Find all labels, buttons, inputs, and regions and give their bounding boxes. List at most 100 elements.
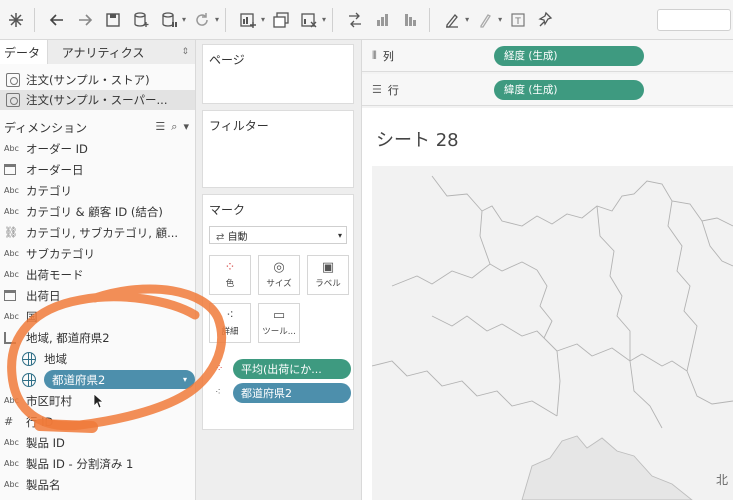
mark-pill-prefecture[interactable]: 都道府県2: [233, 383, 351, 403]
field-item[interactable]: Abc 出荷モード: [0, 264, 195, 285]
globe-icon: [22, 372, 36, 387]
marks-card: マーク ⇄ 自動 ▾ ⁘ 色 ◎ サイズ ▣ ラベル ⁖ 詳細 ▭ ツール...…: [202, 194, 354, 430]
detail-icon: ⁖: [215, 387, 221, 398]
tooltip-button[interactable]: ▭ ツール...: [258, 303, 300, 343]
marks-title: マーク: [209, 203, 246, 217]
duplicate-icon[interactable]: [269, 8, 293, 32]
field-item[interactable]: Abc カテゴリ & 顧客 ID (結合): [0, 201, 195, 222]
string-type-icon: Abc: [4, 480, 19, 489]
refresh-icon[interactable]: [190, 8, 214, 32]
mark-pill-label: 都道府県2: [241, 387, 292, 400]
field-item[interactable]: オーダー日: [0, 159, 195, 180]
map-label: 北: [716, 473, 728, 487]
field-label: オーダー日: [26, 162, 84, 177]
chevron-down-icon[interactable]: ▾: [183, 375, 187, 384]
swap-icon[interactable]: [343, 8, 367, 32]
pause-icon[interactable]: [157, 8, 181, 32]
tooltip-button-label: ツール...: [262, 327, 296, 337]
svg-text:T: T: [514, 17, 521, 27]
toolbar-divider: [429, 7, 431, 32]
mark-pill-avg[interactable]: 平均(出荷にか...: [233, 359, 351, 379]
save-icon[interactable]: [101, 8, 125, 32]
mark-pill-label: 平均(出荷にか...: [241, 363, 322, 376]
chevron-down-icon[interactable]: ▾: [465, 15, 469, 24]
detail-button[interactable]: ⁖ 詳細: [209, 303, 251, 343]
field-label: カテゴリ, サブカテゴリ, 顧...: [26, 225, 179, 240]
label-button-label: ラベル: [315, 279, 341, 289]
field-label: 製品 ID - 分割済み 1: [26, 456, 134, 471]
collapse-icon[interactable]: ⇕: [181, 47, 189, 57]
chevron-down-icon[interactable]: ▾: [215, 15, 219, 24]
datasource-item[interactable]: 注文(サンプル・ストア): [0, 70, 195, 90]
detail-button-label: 詳細: [221, 327, 239, 337]
size-button[interactable]: ◎ サイズ: [258, 255, 300, 295]
field-pill[interactable]: 都道府県2 ▾: [44, 370, 195, 389]
field-item[interactable]: Abc 製品 ID: [0, 432, 195, 453]
rows-shelf-label: ☰ 行: [362, 82, 494, 98]
field-item[interactable]: Abc 製品 ID - 分割済み 1: [0, 453, 195, 474]
view-list-icon[interactable]: ☰: [155, 120, 165, 134]
columns-shelf-label: ⦀ 列: [362, 48, 494, 64]
search-box[interactable]: [657, 8, 731, 31]
back-icon[interactable]: [45, 8, 69, 32]
pin-icon[interactable]: [534, 8, 558, 32]
tableau-logo-icon[interactable]: [4, 8, 28, 32]
label-button[interactable]: ▣ ラベル: [307, 255, 349, 295]
calendar-icon: [4, 164, 16, 175]
field-item[interactable]: # 行 ID: [0, 411, 195, 432]
field-item[interactable]: Abc サブカテゴリ: [0, 243, 195, 264]
mark-type-select[interactable]: ⇄ 自動 ▾: [209, 226, 347, 244]
field-item[interactable]: Abc カテゴリ: [0, 180, 195, 201]
chevron-down-icon[interactable]: ▾: [183, 120, 189, 134]
new-datasource-icon[interactable]: [129, 8, 153, 32]
sort-asc-icon[interactable]: [371, 8, 395, 32]
highlight-icon[interactable]: [440, 8, 464, 32]
chevron-down-icon[interactable]: ▾: [322, 15, 326, 24]
field-label: 製品 ID: [26, 435, 65, 450]
rows-shelf[interactable]: ☰ 行 緯度 (生成): [362, 74, 733, 106]
chevron-down-icon[interactable]: ▾: [338, 231, 342, 240]
data-pane: データ アナリティクス ⇕ 注文(サンプル・ストア) 注文(サンプル・スーパー.…: [0, 40, 196, 500]
pages-card[interactable]: ページ: [202, 44, 354, 104]
string-type-icon: Abc: [4, 396, 19, 405]
search-icon[interactable]: ⌕: [171, 120, 177, 134]
field-item[interactable]: 地域, 都道府県2: [0, 327, 195, 348]
field-item[interactable]: 出荷日: [0, 285, 195, 306]
calendar-icon: [4, 290, 16, 301]
size-icon: ◎: [273, 260, 285, 275]
chevron-down-icon[interactable]: ▾: [182, 15, 186, 24]
new-sheet-icon[interactable]: [236, 8, 260, 32]
clear-icon[interactable]: [297, 8, 321, 32]
field-label: 地域: [44, 351, 67, 366]
text-icon[interactable]: T: [506, 8, 530, 32]
columns-pill[interactable]: 経度 (生成): [494, 45, 644, 66]
field-item[interactable]: Abc 国: [0, 306, 195, 327]
filters-title: フィルター: [209, 119, 269, 133]
field-item[interactable]: 地域: [0, 348, 195, 369]
filters-card[interactable]: フィルター: [202, 110, 354, 188]
tab-analytics[interactable]: アナリティクス ⇕: [47, 40, 195, 64]
rows-label: 行: [387, 83, 399, 97]
color-button[interactable]: ⁘ 色: [209, 255, 251, 295]
rows-pill[interactable]: 緯度 (生成): [494, 79, 644, 100]
datasource-item-selected[interactable]: 注文(サンプル・スーパー...: [0, 90, 195, 110]
detail-icon: ⁖: [226, 308, 234, 323]
string-type-icon: Abc: [4, 186, 19, 195]
field-item[interactable]: Abc 製品名: [0, 474, 195, 495]
text-label-icon: ▣: [321, 260, 335, 275]
field-item-selected[interactable]: 都道府県2 ▾: [0, 369, 195, 390]
string-type-icon: Abc: [4, 438, 19, 447]
field-item[interactable]: ⛓ カテゴリ, サブカテゴリ, 顧...: [0, 222, 195, 243]
chevron-down-icon[interactable]: ▾: [498, 15, 502, 24]
field-item[interactable]: Abc オーダー ID: [0, 138, 195, 159]
tooltip-icon: ▭: [272, 308, 286, 323]
map-canvas[interactable]: 北: [372, 166, 733, 500]
field-label: 行 ID: [26, 414, 54, 429]
tab-data[interactable]: データ: [0, 40, 48, 64]
sort-desc-icon[interactable]: [399, 8, 423, 32]
columns-shelf[interactable]: ⦀ 列 経度 (生成): [362, 40, 733, 72]
tab-analytics-label: アナリティクス: [61, 45, 145, 60]
forward-icon[interactable]: [73, 8, 97, 32]
label-icon[interactable]: [473, 8, 497, 32]
chevron-down-icon[interactable]: ▾: [261, 15, 265, 24]
